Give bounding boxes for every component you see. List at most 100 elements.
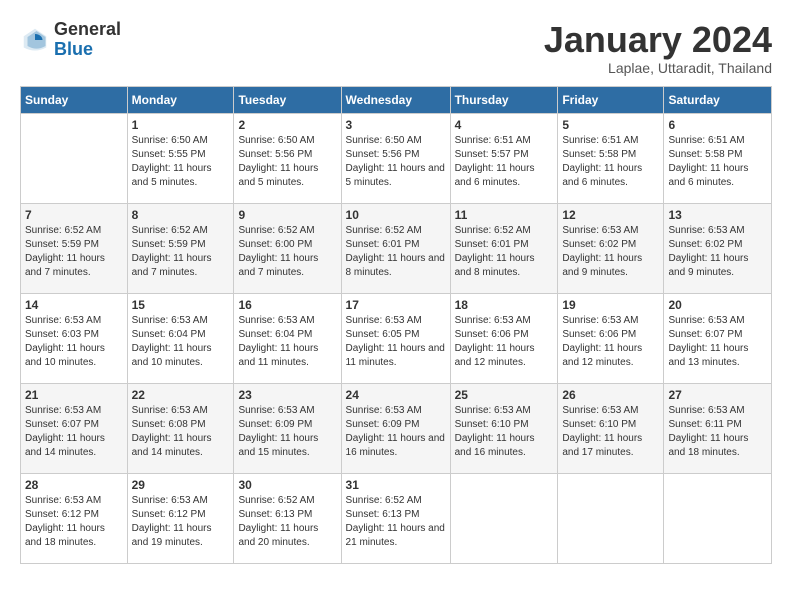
- day-number: 5: [562, 118, 659, 132]
- day-info: Sunrise: 6:52 AM Sunset: 6:13 PM Dayligh…: [238, 494, 336, 550]
- day-cell: 7 Sunrise: 6:52 AM Sunset: 5:59 PM Daylig…: [21, 203, 128, 293]
- day-info: Sunrise: 6:53 AM Sunset: 6:09 PM Dayligh…: [238, 404, 336, 460]
- day-cell: 20 Sunrise: 6:53 AM Sunset: 6:07 PM Dayli…: [664, 293, 772, 383]
- day-number: 30: [238, 478, 336, 492]
- day-info: Sunrise: 6:53 AM Sunset: 6:06 PM Dayligh…: [455, 314, 554, 370]
- logo: General Blue: [20, 20, 121, 60]
- day-info: Sunrise: 6:52 AM Sunset: 6:01 PM Dayligh…: [455, 224, 554, 280]
- day-number: 11: [455, 208, 554, 222]
- day-info: Sunrise: 6:53 AM Sunset: 6:10 PM Dayligh…: [562, 404, 659, 460]
- day-cell: 27 Sunrise: 6:53 AM Sunset: 6:11 PM Dayli…: [664, 383, 772, 473]
- col-header-tuesday: Tuesday: [234, 86, 341, 113]
- day-number: 26: [562, 388, 659, 402]
- page-header: General Blue January 2024 Laplae, Uttara…: [20, 20, 772, 76]
- day-cell: 28Sunrise: 6:53 AM Sunset: 6:12 PM Dayli…: [21, 473, 128, 563]
- day-info: Sunrise: 6:51 AM Sunset: 5:58 PM Dayligh…: [562, 134, 659, 190]
- week-row-1: 1 Sunrise: 6:50 AM Sunset: 5:55 PM Daylig…: [21, 113, 772, 203]
- day-number: 29: [132, 478, 230, 492]
- day-cell: 29 Sunrise: 6:53 AM Sunset: 6:12 PM Dayli…: [127, 473, 234, 563]
- day-number: 2: [238, 118, 336, 132]
- day-info: Sunrise: 6:53 AM Sunset: 6:12 PM Dayligh…: [132, 494, 230, 550]
- day-cell: 22 Sunrise: 6:53 AM Sunset: 6:08 PM Dayli…: [127, 383, 234, 473]
- day-info: Sunrise: 6:50 AM Sunset: 5:55 PM Dayligh…: [132, 134, 230, 190]
- day-cell: 13 Sunrise: 6:53 AM Sunset: 6:02 PM Dayli…: [664, 203, 772, 293]
- day-number: 24: [346, 388, 446, 402]
- day-number: 7: [25, 208, 123, 222]
- day-number: 12: [562, 208, 659, 222]
- col-header-monday: Monday: [127, 86, 234, 113]
- day-cell: 5 Sunrise: 6:51 AM Sunset: 5:58 PM Daylig…: [558, 113, 664, 203]
- day-cell: 12 Sunrise: 6:53 AM Sunset: 6:02 PM Dayli…: [558, 203, 664, 293]
- day-number: 13: [668, 208, 767, 222]
- day-info: Sunrise: 6:52 AM Sunset: 5:59 PM Dayligh…: [25, 224, 123, 280]
- day-cell: 26 Sunrise: 6:53 AM Sunset: 6:10 PM Dayli…: [558, 383, 664, 473]
- col-header-friday: Friday: [558, 86, 664, 113]
- day-cell: 24 Sunrise: 6:53 AM Sunset: 6:09 PM Dayli…: [341, 383, 450, 473]
- day-number: 16: [238, 298, 336, 312]
- day-number: 9: [238, 208, 336, 222]
- week-row-3: 14Sunrise: 6:53 AM Sunset: 6:03 PM Dayli…: [21, 293, 772, 383]
- day-info: Sunrise: 6:50 AM Sunset: 5:56 PM Dayligh…: [238, 134, 336, 190]
- day-number: 27: [668, 388, 767, 402]
- day-number: 31: [346, 478, 446, 492]
- day-info: Sunrise: 6:53 AM Sunset: 6:10 PM Dayligh…: [455, 404, 554, 460]
- logo-text: General Blue: [54, 20, 121, 60]
- day-cell: [450, 473, 558, 563]
- day-cell: 10Sunrise: 6:52 AM Sunset: 6:01 PM Dayli…: [341, 203, 450, 293]
- day-cell: [664, 473, 772, 563]
- day-cell: 2 Sunrise: 6:50 AM Sunset: 5:56 PM Daylig…: [234, 113, 341, 203]
- day-number: 23: [238, 388, 336, 402]
- day-info: Sunrise: 6:53 AM Sunset: 6:07 PM Dayligh…: [25, 404, 123, 460]
- day-number: 1: [132, 118, 230, 132]
- day-info: Sunrise: 6:53 AM Sunset: 6:02 PM Dayligh…: [562, 224, 659, 280]
- col-header-saturday: Saturday: [664, 86, 772, 113]
- day-info: Sunrise: 6:53 AM Sunset: 6:07 PM Dayligh…: [668, 314, 767, 370]
- day-number: 18: [455, 298, 554, 312]
- day-info: Sunrise: 6:51 AM Sunset: 5:58 PM Dayligh…: [668, 134, 767, 190]
- day-info: Sunrise: 6:53 AM Sunset: 6:02 PM Dayligh…: [668, 224, 767, 280]
- day-cell: [558, 473, 664, 563]
- day-info: Sunrise: 6:50 AM Sunset: 5:56 PM Dayligh…: [346, 134, 446, 190]
- day-number: 22: [132, 388, 230, 402]
- day-number: 19: [562, 298, 659, 312]
- day-info: Sunrise: 6:53 AM Sunset: 6:11 PM Dayligh…: [668, 404, 767, 460]
- day-cell: 18 Sunrise: 6:53 AM Sunset: 6:06 PM Dayli…: [450, 293, 558, 383]
- day-number: 15: [132, 298, 230, 312]
- week-row-2: 7 Sunrise: 6:52 AM Sunset: 5:59 PM Daylig…: [21, 203, 772, 293]
- day-info: Sunrise: 6:52 AM Sunset: 6:13 PM Dayligh…: [346, 494, 446, 550]
- day-info: Sunrise: 6:53 AM Sunset: 6:03 PM Dayligh…: [25, 314, 123, 370]
- logo-general: General: [54, 19, 121, 39]
- day-number: 17: [346, 298, 446, 312]
- day-cell: 9Sunrise: 6:52 AM Sunset: 6:00 PM Daylig…: [234, 203, 341, 293]
- day-number: 8: [132, 208, 230, 222]
- day-number: 20: [668, 298, 767, 312]
- day-info: Sunrise: 6:53 AM Sunset: 6:06 PM Dayligh…: [562, 314, 659, 370]
- day-cell: 19 Sunrise: 6:53 AM Sunset: 6:06 PM Dayli…: [558, 293, 664, 383]
- day-number: 25: [455, 388, 554, 402]
- day-cell: 30 Sunrise: 6:52 AM Sunset: 6:13 PM Dayli…: [234, 473, 341, 563]
- day-info: Sunrise: 6:53 AM Sunset: 6:05 PM Dayligh…: [346, 314, 446, 370]
- day-cell: 4Sunrise: 6:51 AM Sunset: 5:57 PM Daylig…: [450, 113, 558, 203]
- col-header-thursday: Thursday: [450, 86, 558, 113]
- day-cell: [21, 113, 128, 203]
- day-number: 4: [455, 118, 554, 132]
- title-block: January 2024 Laplae, Uttaradit, Thailand: [544, 20, 772, 76]
- day-info: Sunrise: 6:53 AM Sunset: 6:08 PM Dayligh…: [132, 404, 230, 460]
- day-cell: 3Sunrise: 6:50 AM Sunset: 5:56 PM Daylig…: [341, 113, 450, 203]
- day-cell: 16Sunrise: 6:53 AM Sunset: 6:04 PM Dayli…: [234, 293, 341, 383]
- day-info: Sunrise: 6:53 AM Sunset: 6:09 PM Dayligh…: [346, 404, 446, 460]
- day-cell: 23 Sunrise: 6:53 AM Sunset: 6:09 PM Dayli…: [234, 383, 341, 473]
- day-cell: 1 Sunrise: 6:50 AM Sunset: 5:55 PM Daylig…: [127, 113, 234, 203]
- day-cell: 14Sunrise: 6:53 AM Sunset: 6:03 PM Dayli…: [21, 293, 128, 383]
- day-cell: 31 Sunrise: 6:52 AM Sunset: 6:13 PM Dayli…: [341, 473, 450, 563]
- day-info: Sunrise: 6:53 AM Sunset: 6:12 PM Dayligh…: [25, 494, 123, 550]
- day-number: 6: [668, 118, 767, 132]
- day-cell: 8Sunrise: 6:52 AM Sunset: 5:59 PM Daylig…: [127, 203, 234, 293]
- logo-icon: [20, 25, 50, 55]
- day-cell: 25 Sunrise: 6:53 AM Sunset: 6:10 PM Dayli…: [450, 383, 558, 473]
- logo-blue: Blue: [54, 39, 93, 59]
- col-header-sunday: Sunday: [21, 86, 128, 113]
- day-cell: 15Sunrise: 6:53 AM Sunset: 6:04 PM Dayli…: [127, 293, 234, 383]
- day-cell: 6 Sunrise: 6:51 AM Sunset: 5:58 PM Daylig…: [664, 113, 772, 203]
- col-header-wednesday: Wednesday: [341, 86, 450, 113]
